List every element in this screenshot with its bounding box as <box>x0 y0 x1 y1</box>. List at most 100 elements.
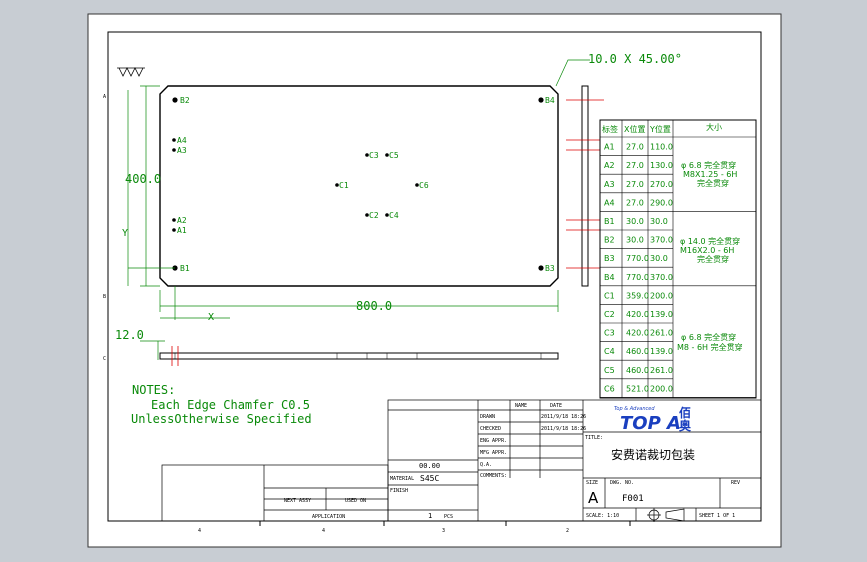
table-header-y: Y位置 <box>649 124 671 134</box>
notes-title: NOTES: <box>132 383 175 397</box>
value-date-checked: 2011/9/18 18:26 <box>541 426 586 432</box>
table-cell-tag: C4 <box>604 347 615 356</box>
label-finish: FINISH <box>390 488 408 494</box>
hole-label-a2: A2 <box>177 216 187 225</box>
table-cell-x: 460.0 <box>626 366 649 375</box>
value-tolerance: 00.00 <box>419 462 440 470</box>
table-cell-tag: A2 <box>604 161 615 170</box>
dimension-chamfer: 10.0 X 45.00° <box>588 52 682 66</box>
label-mfg-appr: MFG APPR. <box>480 450 507 456</box>
value-sheet: SHEET 1 OF 1 <box>699 513 735 519</box>
value-material: S45C <box>420 474 439 483</box>
table-cell-tag: C3 <box>604 329 615 338</box>
table-cell-x: 27.0 <box>626 198 644 207</box>
hole-a1 <box>172 228 176 232</box>
table-cell-y: 139.0 <box>650 310 673 319</box>
table-cell-x: 359.0 <box>626 291 649 300</box>
table-cell-tag: B1 <box>604 217 615 226</box>
hole-label-a4: A4 <box>177 136 187 145</box>
hole-label-c1: C1 <box>339 181 349 190</box>
zone-label-c: C <box>103 356 106 362</box>
size-note-c-2: M8 - 6H 完全贯穿 <box>677 342 743 352</box>
table-cell-y: 139.0 <box>650 347 673 356</box>
table-cell-y: 370.0 <box>650 273 673 282</box>
table-cell-x: 27.0 <box>626 143 644 152</box>
label-next-assy: NEXT ASSY <box>284 498 311 504</box>
table-cell-y: 261.0 <box>650 366 673 375</box>
table-cell-tag: A3 <box>604 180 615 189</box>
hole-label-b3: B3 <box>545 264 555 273</box>
label-date: DATE <box>550 403 562 409</box>
hole-b2 <box>172 97 178 103</box>
hole-label-a1: A1 <box>177 226 187 235</box>
table-cell-y: 30.0 <box>650 254 668 263</box>
table-cell-x: 30.0 <box>626 236 644 245</box>
hole-label-b4: B4 <box>545 96 555 105</box>
zone-label-1: 2 <box>566 528 569 534</box>
value-scale: SCALE: 1:10 <box>586 513 619 519</box>
label-eng-appr: ENG APPR. <box>480 438 507 444</box>
table-cell-tag: B4 <box>604 273 615 282</box>
notes-line-1: Each Edge Chamfer C0.5 <box>151 398 310 412</box>
logo-cn-1: 佰 <box>679 405 691 420</box>
label-rev: REV <box>731 480 740 486</box>
zone-label-4: 4 <box>198 528 201 534</box>
value-title: 安费诺裁切包装 <box>611 447 695 462</box>
table-cell-x: 770.0 <box>626 254 649 263</box>
label-drawn: DRAWN <box>480 414 495 420</box>
dimension-height: 400.0 <box>125 172 161 186</box>
logo-english-text: Top & Advanced <box>614 406 655 412</box>
table-header-tag: 标签 <box>602 124 618 134</box>
value-pcs: PCS <box>444 514 453 520</box>
label-used-on: USED ON <box>345 498 366 504</box>
table-cell-x: 420.0 <box>626 310 649 319</box>
value-dwg-no: F001 <box>622 494 644 504</box>
logo-cn-2: 奥 <box>679 418 692 433</box>
notes-line-2: UnlessOtherwise Specified <box>131 412 312 426</box>
table-cell-tag: C5 <box>604 366 615 375</box>
zone-label-a: A <box>103 94 106 100</box>
dimension-x-axis: X <box>208 312 214 323</box>
size-note-a-2: M8X1.25 - 6H <box>683 170 737 179</box>
label-name: NAME <box>515 403 527 409</box>
table-cell-x: 30.0 <box>626 217 644 226</box>
table-cell-y: 370.0 <box>650 236 673 245</box>
cad-drawing-canvas: 4 4 3 2 A B C B2 B4 A4 A3 C3 C5 C1 C6 C2… <box>87 13 782 548</box>
size-note-b-3: 完全贯穿 <box>697 254 729 264</box>
label-size: SIZE <box>586 480 598 486</box>
label-comments: COMMENTS: <box>480 473 507 479</box>
label-checked: CHECKED <box>480 426 501 432</box>
size-note-b-1: φ 14.0 完全贯穿 <box>680 236 740 246</box>
table-cell-y: 30.0 <box>650 217 668 226</box>
table-cell-y: 130.0 <box>650 161 673 170</box>
dimension-y-axis: Y <box>122 228 128 239</box>
table-cell-tag: C2 <box>604 310 615 319</box>
label-material: MATERIAL <box>390 476 414 482</box>
hole-a3 <box>172 148 176 152</box>
label-qa: Q.A. <box>480 462 492 468</box>
table-cell-x: 27.0 <box>626 180 644 189</box>
table-cell-x: 521.0 <box>626 384 649 393</box>
table-cell-x: 420.0 <box>626 329 649 338</box>
value-size: A <box>588 489 599 507</box>
hole-a2 <box>172 218 176 222</box>
table-cell-x: 27.0 <box>626 161 644 170</box>
hole-label-c2: C2 <box>369 211 379 220</box>
hole-b4 <box>538 97 544 103</box>
hole-label-c6: C6 <box>419 181 429 190</box>
size-note-b-2: M16X2.0 - 6H <box>680 246 734 255</box>
table-cell-y: 110.0 <box>650 143 673 152</box>
hole-label-c5: C5 <box>389 151 399 160</box>
table-cell-x: 460.0 <box>626 347 649 356</box>
table-cell-x: 770.0 <box>626 273 649 282</box>
table-cell-tag: A4 <box>604 198 615 207</box>
table-cell-tag: C1 <box>604 291 615 300</box>
table-cell-tag: B2 <box>604 236 615 245</box>
table-cell-y: 270.0 <box>650 180 673 189</box>
zone-label-3: 4 <box>322 528 325 534</box>
company-logo: Top & Advanced TOP A 佰 奥 <box>608 402 698 434</box>
hole-label-b2: B2 <box>180 96 190 105</box>
table-cell-y: 200.0 <box>650 291 673 300</box>
logo-mark: TOP A <box>620 413 681 434</box>
zone-label-b: B <box>103 294 106 300</box>
